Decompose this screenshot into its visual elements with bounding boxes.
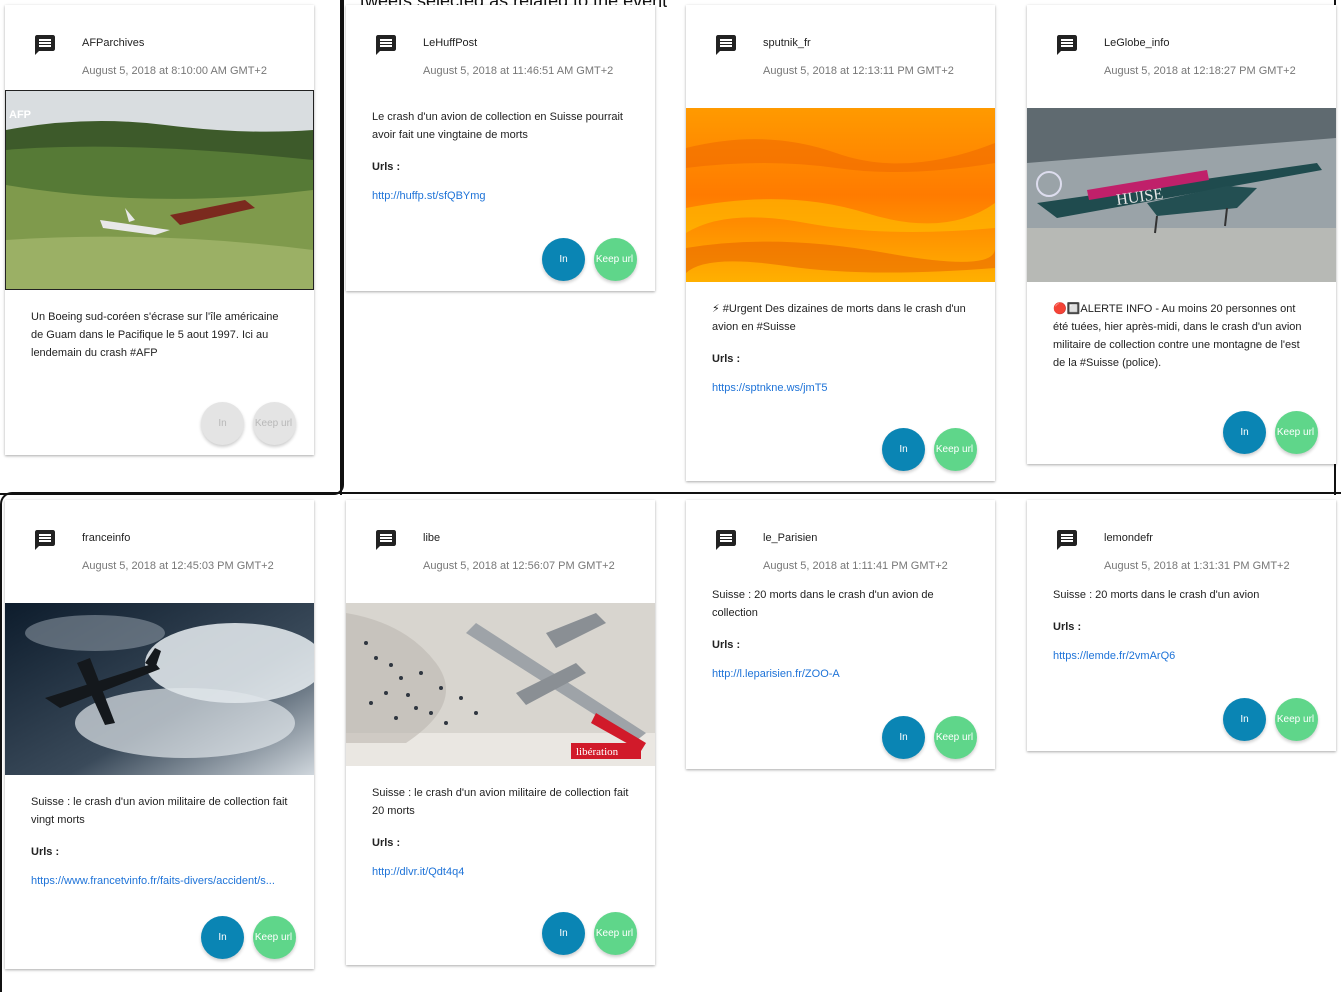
message-icon (1057, 35, 1077, 55)
tweet-text: Suisse : 20 morts dans le crash d'un avi… (712, 589, 934, 619)
message-icon (376, 530, 396, 550)
tweet-card: LeGlobe_info August 5, 2018 at 12:18:27 … (1027, 5, 1336, 464)
urls-label: Urls : (372, 837, 401, 849)
message-icon (716, 35, 736, 55)
in-button[interactable]: In (1223, 698, 1266, 741)
tweet-username[interactable]: lemondefr (1104, 532, 1153, 544)
in-button[interactable]: In (201, 402, 244, 445)
tweet-date: August 5, 2018 at 12:13:11 PM GMT+2 (763, 65, 954, 77)
tweet-actions: In Keep url (1223, 698, 1327, 741)
tweet-image[interactable] (686, 108, 995, 282)
tweet-url-link[interactable]: http://dlvr.it/Qdt4q4 (372, 866, 629, 878)
tweet-username[interactable]: le_Parisien (763, 532, 817, 544)
tweet-actions: In Keep url (882, 428, 986, 471)
keep-url-button[interactable]: Keep url (934, 716, 977, 759)
tweet-card: LeHuffPost August 5, 2018 at 11:46:51 AM… (346, 5, 655, 291)
tweet-actions: In Keep url (542, 912, 646, 955)
urls-label: Urls : (712, 639, 741, 651)
tweet-actions: In Keep url (201, 916, 305, 959)
tweet-card: lemondefr August 5, 2018 at 1:31:31 PM G… (1027, 500, 1336, 751)
in-button[interactable]: In (882, 716, 925, 759)
message-icon (716, 530, 736, 550)
tweet-text: Suisse : le crash d'un avion militaire d… (31, 796, 288, 826)
in-button[interactable]: In (542, 912, 585, 955)
tweet-username[interactable]: LeHuffPost (423, 37, 477, 49)
tweet-card: le_Parisien August 5, 2018 at 1:11:41 PM… (686, 500, 995, 769)
tweet-card: franceinfo August 5, 2018 at 12:45:03 PM… (5, 500, 314, 969)
message-icon (1057, 530, 1077, 550)
tweet-username[interactable]: franceinfo (82, 532, 130, 544)
keep-url-button[interactable]: Keep url (934, 428, 977, 471)
keep-url-button[interactable]: Keep url (253, 402, 296, 445)
tweet-text: 🔴🔲ALERTE INFO - Au moins 20 personnes on… (1053, 303, 1302, 369)
message-icon (35, 35, 55, 55)
tweet-url-link[interactable]: http://l.leparisien.fr/ZOO-A (712, 668, 969, 680)
keep-url-button[interactable]: Keep url (594, 238, 637, 281)
message-icon (376, 35, 396, 55)
tweet-image[interactable]: AFP (5, 90, 314, 290)
tweet-actions: In Keep url (882, 716, 986, 759)
in-button[interactable]: In (201, 916, 244, 959)
message-icon (35, 530, 55, 550)
tweet-card: libe August 5, 2018 at 12:56:07 PM GMT+2… (346, 500, 655, 965)
tweet-image[interactable]: libération (346, 603, 655, 766)
tweet-username[interactable]: libe (423, 532, 440, 544)
keep-url-button[interactable]: Keep url (1275, 698, 1318, 741)
keep-url-button[interactable]: Keep url (594, 912, 637, 955)
urls-label: Urls : (1053, 621, 1082, 633)
tweet-date: August 5, 2018 at 1:31:31 PM GMT+2 (1104, 560, 1290, 572)
keep-url-button[interactable]: Keep url (253, 916, 296, 959)
tweet-actions: In Keep url (542, 238, 646, 281)
svg-text:AFP: AFP (9, 109, 31, 121)
in-button[interactable]: In (882, 428, 925, 471)
tweet-date: August 5, 2018 at 11:46:51 AM GMT+2 (423, 65, 614, 77)
tweet-url-link[interactable]: https://www.francetvinfo.fr/faits-divers… (31, 875, 288, 887)
in-button[interactable]: In (1223, 411, 1266, 454)
tweet-image[interactable]: HUISE (1027, 108, 1336, 282)
tweet-url-link[interactable]: https://sptnkne.ws/jmT5 (712, 382, 969, 394)
tweet-date: August 5, 2018 at 12:56:07 PM GMT+2 (423, 560, 615, 572)
tweet-text: Suisse : le crash d'un avion militaire d… (372, 787, 629, 817)
in-button[interactable]: In (542, 238, 585, 281)
keep-url-button[interactable]: Keep url (1275, 411, 1318, 454)
tweet-card: AFParchives August 5, 2018 at 8:10:00 AM… (5, 5, 314, 455)
tweet-text: Le crash d'un avion de collection en Sui… (372, 111, 623, 141)
tweet-text: ⚡ #Urgent Des dizaines de morts dans le … (712, 303, 966, 333)
tweet-text: Suisse : 20 morts dans le crash d'un avi… (1053, 589, 1260, 601)
tweet-date: August 5, 2018 at 8:10:00 AM GMT+2 (82, 65, 267, 77)
tweet-username[interactable]: AFParchives (82, 37, 144, 49)
tweet-actions: In Keep url (1223, 411, 1327, 454)
urls-label: Urls : (712, 353, 741, 365)
urls-label: Urls : (372, 161, 401, 173)
tweet-text: Un Boeing sud-coréen s'écrase sur l'île … (31, 311, 279, 359)
tweet-image[interactable] (5, 603, 314, 775)
tweet-url-link[interactable]: https://lemde.fr/2vmArQ6 (1053, 650, 1310, 662)
tweet-date: August 5, 2018 at 1:11:41 PM GMT+2 (763, 560, 948, 572)
tweet-date: August 5, 2018 at 12:18:27 PM GMT+2 (1104, 65, 1296, 77)
tweet-url-link[interactable]: http://huffp.st/sfQBYmg (372, 190, 629, 202)
tweet-actions: In Keep url (201, 402, 305, 445)
image-caption: libération (576, 746, 619, 758)
tweet-card: sputnik_fr August 5, 2018 at 12:13:11 PM… (686, 5, 995, 481)
tweet-username[interactable]: LeGlobe_info (1104, 37, 1169, 49)
tweet-date: August 5, 2018 at 12:45:03 PM GMT+2 (82, 560, 274, 572)
tweet-username[interactable]: sputnik_fr (763, 37, 811, 49)
urls-label: Urls : (31, 846, 60, 858)
